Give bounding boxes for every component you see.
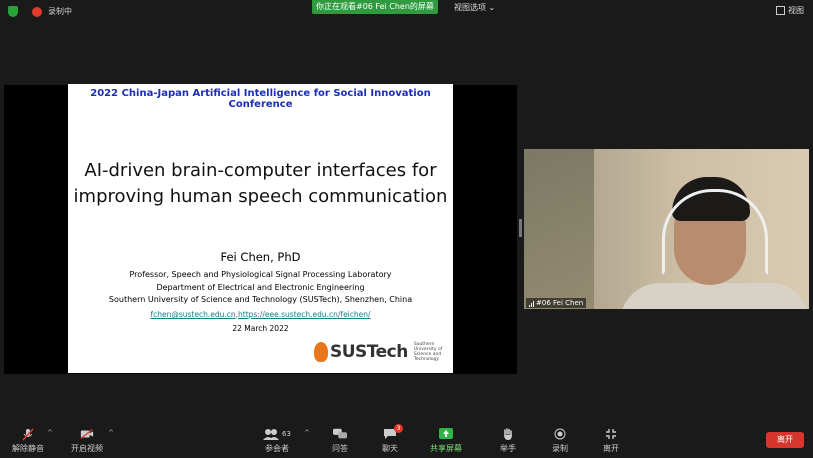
share-screen-button[interactable]: 共享屏幕: [430, 428, 462, 454]
raise-hand-icon: [501, 427, 515, 440]
participants-icon: 63: [262, 428, 292, 440]
top-bar: 录制中 你正在观看#06 Fei Chen的屏幕 视图选项 ⌄ 视图: [0, 0, 813, 24]
unmute-label: 解除静音: [12, 444, 44, 453]
share-screen-icon: [439, 428, 453, 440]
participants-label: 参会者: [265, 444, 289, 453]
participants-options-caret-icon[interactable]: ^: [304, 429, 310, 437]
record-icon: [553, 428, 567, 440]
exit-fullscreen-icon: [604, 428, 618, 440]
chat-unread-badge: 3: [394, 424, 403, 433]
speaker-shirt: [620, 283, 809, 309]
record-button[interactable]: 录制: [552, 428, 568, 454]
chat-bubble-icon: 3: [383, 424, 403, 440]
viewing-notice-text: 你正在观看#06 Fei Chen的屏幕: [316, 2, 434, 11]
speaker-name: #06 Fei Chen: [536, 299, 584, 307]
view-button-label: 视图: [788, 6, 804, 15]
view-button[interactable]: 视图: [776, 5, 804, 16]
video-options-caret-icon[interactable]: ^: [108, 429, 114, 437]
slide-title-line2: improving human speech communication: [73, 186, 448, 207]
security-shield-icon[interactable]: [8, 6, 18, 17]
leave-meeting-button[interactable]: 离开: [766, 432, 804, 448]
audio-options-caret-icon[interactable]: ^: [47, 429, 53, 437]
panel-splitter-handle[interactable]: [519, 219, 522, 237]
view-options-dropdown[interactable]: 视图选项 ⌄: [454, 2, 495, 13]
participants-button[interactable]: 63 参会者: [262, 428, 292, 454]
website-link[interactable]: https://eee.sustech.edu.cn/feichen/: [238, 310, 371, 319]
headset-icon: [662, 189, 768, 275]
qa-label: 问答: [332, 444, 348, 453]
contact-links: fchen@sustech.edu.cn,https://eee.sustech…: [150, 310, 371, 319]
qa-button[interactable]: 问答: [332, 428, 348, 454]
share-screen-label: 共享屏幕: [430, 444, 462, 453]
slide-date: 22 March 2022: [232, 324, 289, 333]
muted-microphone-icon: [21, 427, 35, 441]
meeting-toolbar: 解除静音 ^ 开启视频 ^ 63 参会者 ^ 问答 3 聊天 共享屏幕 举手 录…: [0, 420, 813, 458]
affiliation-line: Department of Electrical and Electronic …: [156, 283, 365, 292]
start-video-label: 开启视频: [71, 444, 103, 453]
affiliation-line: Southern University of Science and Techn…: [108, 295, 413, 304]
speaker-name-label: #06 Fei Chen: [526, 298, 587, 308]
email-link[interactable]: fchen@sustech.edu.cn: [150, 310, 235, 319]
conference-title: 2022 China-Japan Artificial Intelligence…: [90, 88, 431, 110]
sustech-logo: SUSTech Southern University of Science a…: [314, 342, 450, 362]
leave-fullscreen-button[interactable]: 离开: [603, 428, 619, 454]
presentation-slide: 2022 China-Japan Artificial Intelligence…: [68, 84, 453, 373]
start-video-button[interactable]: 开启视频: [71, 428, 103, 454]
video-off-icon: [80, 428, 94, 440]
logo-word: SUSTech: [330, 342, 408, 362]
torch-logo-icon: [314, 342, 328, 362]
signal-strength-icon: [529, 300, 534, 307]
grid-view-icon: [776, 6, 785, 15]
recording-label: 录制中: [48, 7, 72, 16]
author-name: Fei Chen, PhD: [220, 250, 301, 264]
speaker-video-tile[interactable]: #06 Fei Chen: [524, 149, 809, 309]
chat-label: 聊天: [382, 444, 398, 453]
background-plant: [524, 149, 594, 309]
recording-indicator: 录制中: [8, 6, 72, 17]
raise-hand-label: 举手: [500, 444, 516, 453]
record-label: 录制: [552, 444, 568, 453]
exit-fullscreen-label: 离开: [603, 444, 619, 453]
viewing-notice: 你正在观看#06 Fei Chen的屏幕: [312, 0, 438, 14]
qa-bubble-icon: [333, 428, 347, 440]
slide-title-line1: AI-driven brain-computer interfaces for: [84, 160, 437, 181]
chevron-down-icon: ⌄: [488, 3, 496, 12]
unmute-button[interactable]: 解除静音: [12, 427, 44, 454]
affiliation-line: Professor, Speech and Physiological Sign…: [129, 270, 392, 279]
recording-icon: [32, 6, 42, 17]
chat-button[interactable]: 3 聊天: [382, 424, 403, 454]
raise-hand-button[interactable]: 举手: [500, 427, 516, 454]
participants-count: 63: [282, 430, 291, 438]
view-options-label: 视图选项: [454, 3, 486, 12]
logo-subtitle: Southern University of Science and Techn…: [413, 342, 443, 362]
